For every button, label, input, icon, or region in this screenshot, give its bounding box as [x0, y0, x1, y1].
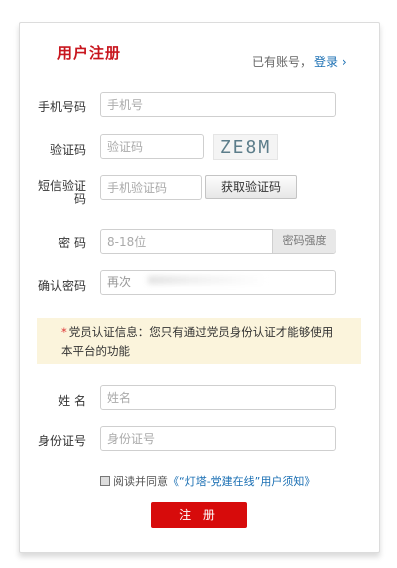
password-strength: 密码强度 [272, 229, 336, 253]
agreement-checkbox[interactable] [100, 476, 110, 486]
confirm-password-value: 再次 [107, 275, 132, 289]
captcha-image[interactable]: ZE8M [213, 134, 278, 160]
page-title: 用户注册 [57, 44, 122, 62]
input-blur-overlay [148, 276, 268, 284]
phone-input[interactable] [100, 92, 336, 117]
sms-code-input[interactable] [100, 175, 202, 200]
login-prompt: 已有账号， [252, 55, 313, 69]
notice-text: 党员认证信息：您只有通过党员身份认证才能够使用本平台的功能 [61, 325, 334, 358]
sms-label: 短信验证 码 [0, 180, 86, 206]
confirm-password-label: 确认密码 [37, 279, 86, 293]
login-link[interactable]: 登录 › [314, 55, 347, 69]
captcha-label: 验证码 [49, 143, 86, 157]
required-star: * [61, 325, 67, 339]
idcard-input[interactable] [100, 426, 336, 451]
name-input[interactable] [100, 385, 336, 410]
agreement-row: 阅读并同意《“灯塔-党建在线”用户须知》 [100, 473, 315, 489]
register-button[interactable]: 注 册 [151, 502, 247, 528]
phone-label: 手机号码 [37, 100, 86, 114]
agreement-link[interactable]: 《“灯塔-党建在线”用户须知》 [168, 475, 315, 488]
member-notice: * 党员认证信息：您只有通过党员身份认证才能够使用本平台的功能 [37, 318, 361, 364]
name-label: 姓 名 [58, 394, 86, 408]
agreement-prefix: 阅读并同意 [113, 475, 168, 488]
sms-label-line2: 码 [73, 192, 86, 206]
password-label: 密 码 [58, 236, 86, 250]
login-hint: 已有账号， 登录 › [252, 53, 347, 70]
idcard-label: 身份证号 [37, 434, 86, 448]
get-sms-code-button[interactable]: 获取验证码 [205, 175, 297, 199]
captcha-input[interactable] [100, 134, 204, 159]
